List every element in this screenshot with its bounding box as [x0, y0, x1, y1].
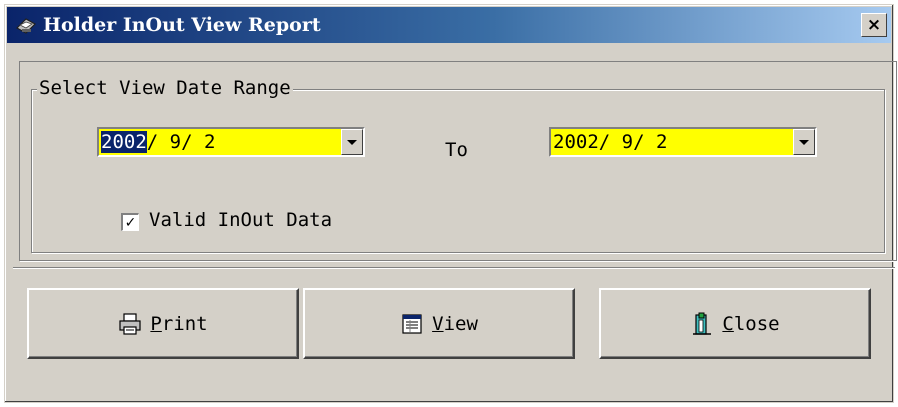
close-button-label: Close: [722, 312, 780, 335]
print-button-label: Print: [150, 312, 208, 335]
exit-door-icon: [693, 312, 712, 335]
close-button[interactable]: Close: [599, 288, 871, 359]
to-date-combo[interactable]: 2002/ 9/ 2: [549, 127, 817, 157]
chevron-down-icon: [347, 139, 357, 145]
to-date-dropdown-button[interactable]: [793, 129, 815, 155]
from-date-value[interactable]: 2002/ 9/ 2: [101, 131, 215, 153]
view-button-label: View: [432, 312, 478, 335]
report-view-icon: [402, 313, 422, 334]
window-close-button[interactable]: ×: [861, 13, 887, 37]
window-title: Holder InOut View Report: [43, 14, 321, 36]
from-date-dropdown-button[interactable]: [341, 129, 363, 155]
to-date-value[interactable]: 2002/ 9/ 2: [553, 131, 667, 153]
app-icon: [16, 18, 36, 34]
to-label: To: [445, 139, 468, 161]
valid-inout-label[interactable]: Valid InOut Data: [149, 209, 332, 231]
divider: [13, 267, 895, 269]
from-date-rest: / 9/ 2: [146, 131, 216, 153]
checkmark-icon: ✓: [124, 214, 137, 231]
close-icon: ×: [866, 15, 882, 35]
print-button[interactable]: Print: [27, 288, 299, 359]
report-dialog: Holder InOut View Report × Select View D…: [4, 4, 897, 403]
valid-inout-checkbox[interactable]: ✓: [121, 213, 139, 231]
chevron-down-icon: [799, 139, 809, 145]
title-bar[interactable]: Holder InOut View Report ×: [7, 7, 891, 43]
from-date-selected-year: 2002: [101, 131, 147, 153]
view-button[interactable]: View: [303, 288, 575, 359]
from-date-combo[interactable]: 2002/ 9/ 2: [97, 127, 365, 157]
date-range-legend: Select View Date Range: [37, 77, 293, 99]
printer-icon: [119, 312, 141, 335]
